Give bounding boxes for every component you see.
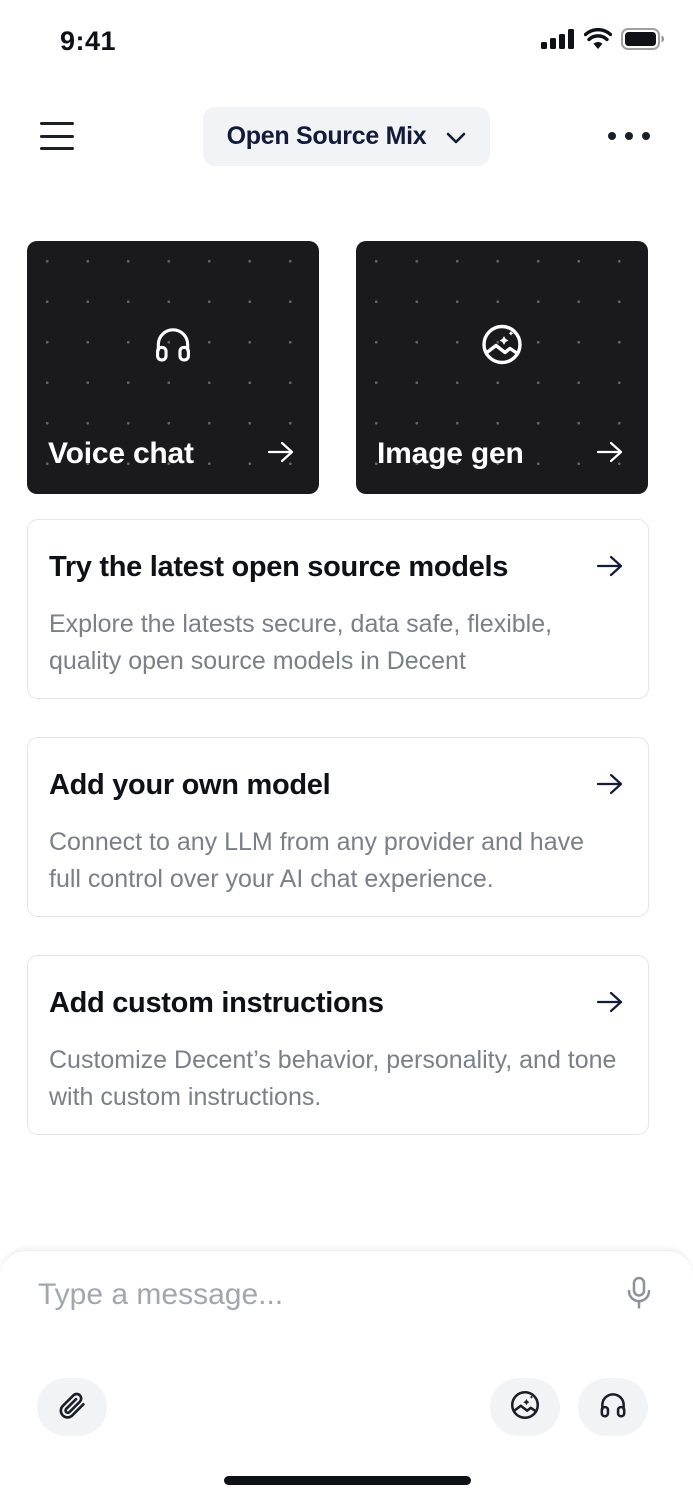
card-title: Add custom instructions [49,987,384,1019]
home-indicator [224,1476,471,1485]
message-input[interactable] [38,1273,598,1317]
voice-chat-tile[interactable]: Voice chat [27,241,319,494]
hamburger-menu-icon[interactable] [40,118,78,154]
voice-chat-label: Voice chat [48,437,194,470]
arrow-right-icon [596,772,624,801]
image-gen-tile[interactable]: Image gen [356,241,648,494]
card-description: Customize Decent’s behavior, personality… [49,1046,617,1111]
image-sparkle-icon [478,321,526,374]
microphone-icon[interactable] [624,1275,654,1316]
model-selector[interactable]: Open Source Mix [203,107,490,166]
card-title: Try the latest open source models [49,551,509,583]
headphones-icon [597,1389,629,1426]
model-selector-label: Open Source Mix [226,122,427,150]
signal-icon [541,29,575,54]
message-composer [0,1250,693,1501]
attach-button[interactable] [37,1378,107,1436]
image-gen-button[interactable] [490,1378,560,1436]
card-title: Add your own model [49,769,331,801]
voice-chat-button[interactable] [578,1378,648,1436]
battery-icon [621,28,665,55]
chevron-down-icon [446,122,466,151]
open-source-models-card[interactable]: Try the latest open source models Explor… [27,519,649,699]
more-horizontal-icon[interactable] [608,120,650,152]
headphones-icon [151,323,195,372]
card-description: Connect to any LLM from any provider and… [49,828,585,893]
status-icons [541,27,665,55]
arrow-right-icon [596,990,624,1019]
arrow-right-icon [596,440,624,469]
custom-instructions-card[interactable]: Add custom instructions Customize Decent… [27,955,649,1135]
image-sparkle-icon [508,1388,542,1427]
arrow-right-icon [267,440,295,469]
status-time: 9:41 [60,26,117,56]
wifi-icon [583,27,613,55]
image-gen-label: Image gen [377,437,524,470]
card-description: Explore the latests secure, data safe, f… [49,610,553,675]
add-own-model-card[interactable]: Add your own model Connect to any LLM fr… [27,737,649,917]
paperclip-icon [56,1389,88,1426]
arrow-right-icon [596,554,624,583]
